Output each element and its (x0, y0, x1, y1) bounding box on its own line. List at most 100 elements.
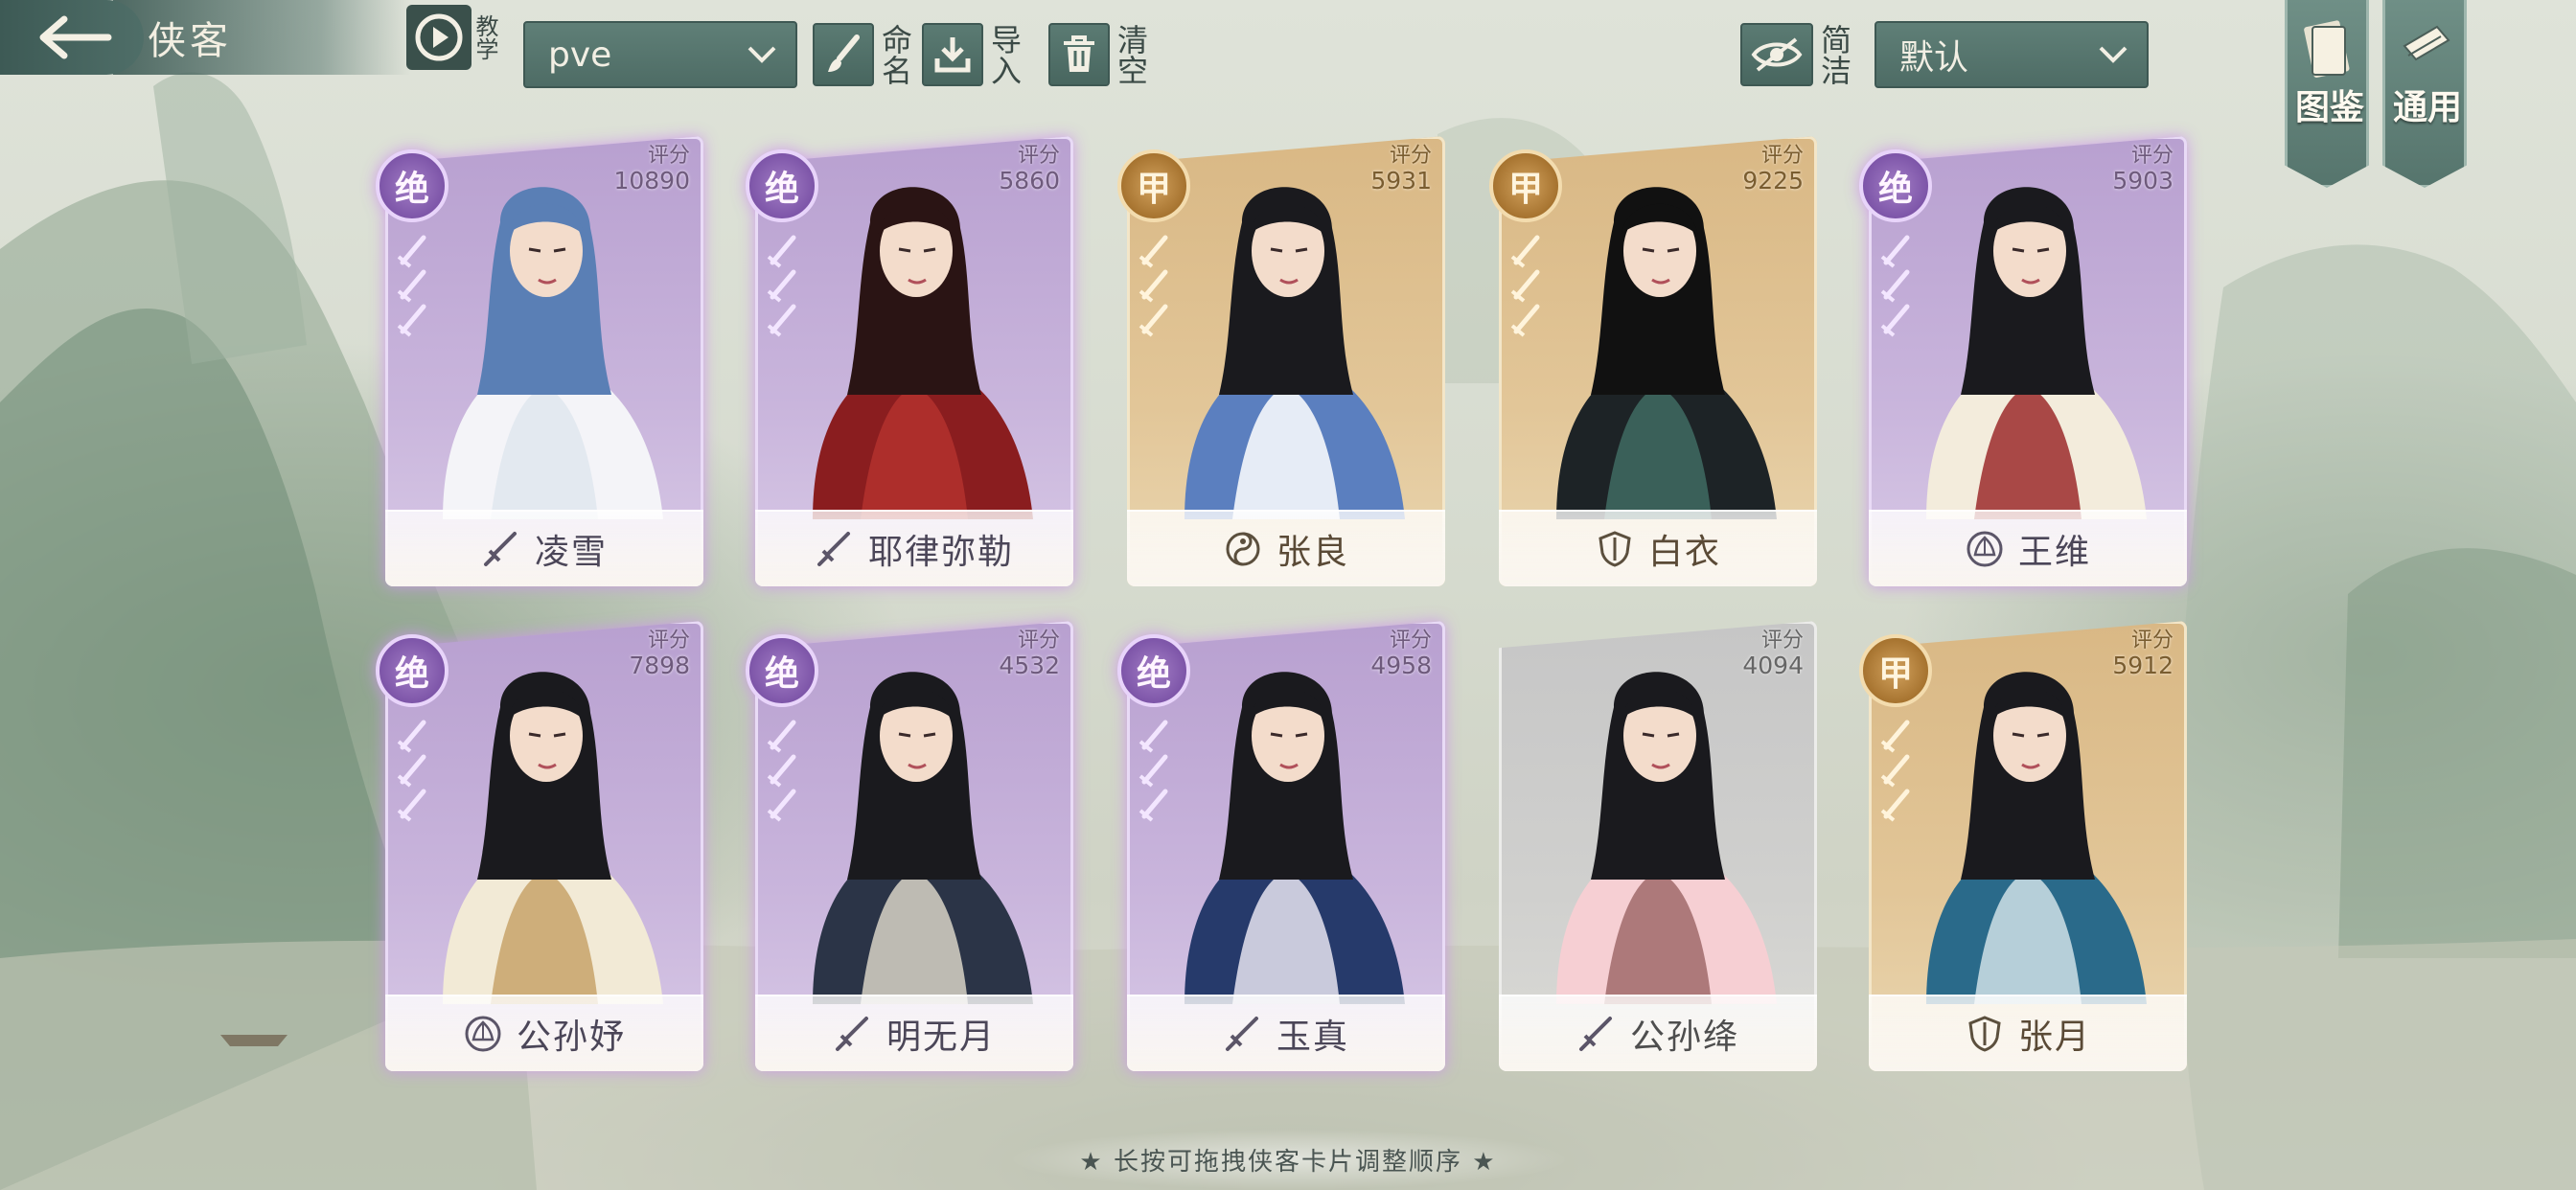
rank-badge: 甲 (1489, 149, 1562, 222)
play-icon (406, 5, 472, 70)
hero-card[interactable]: 评分 4958 玉真 绝 (1117, 621, 1445, 1071)
hero-card[interactable]: 评分 5912 张月 甲 (1859, 621, 2187, 1071)
rank-badge: 绝 (746, 149, 818, 222)
hero-card[interactable]: 评分 10890 凌雪 绝 (376, 136, 703, 586)
score-label: 评分 (1760, 144, 1804, 168)
rank-badge: 甲 (1859, 634, 1932, 707)
title-bar: 侠客 (113, 0, 410, 75)
score-value: 5860 (999, 167, 1060, 195)
star-swords-icon (397, 235, 426, 337)
star-swords-icon (1880, 720, 1910, 822)
score-label: 评分 (1760, 629, 1804, 652)
sword-icon (815, 529, 855, 569)
hero-card[interactable]: 评分 7898 公孙妤 绝 (376, 621, 703, 1071)
hero-card[interactable]: 评分 5903 王维 绝 (1859, 136, 2187, 586)
sort-select-value: 默认 (1899, 38, 1969, 78)
preset-select[interactable]: pve (523, 21, 797, 88)
name-bar: 公孙妤 (385, 995, 703, 1071)
score-value: 9225 (1742, 167, 1804, 195)
hero-name: 白衣 (1647, 533, 1721, 572)
rank-badge: 绝 (376, 634, 448, 707)
name-bar: 耶律弥勒 (755, 510, 1073, 586)
tutorial-label: 教学 (472, 14, 498, 60)
name-bar: 玉真 (1127, 995, 1445, 1071)
back-button[interactable] (0, 0, 144, 75)
sword-icon (833, 1014, 873, 1054)
eye-hidden-icon (1740, 23, 1813, 86)
lotus-icon (463, 1014, 503, 1054)
preset-select-value: pve (548, 34, 612, 75)
hero-name: 明无月 (886, 1018, 996, 1057)
name-bar: 白衣 (1499, 510, 1817, 586)
shield-icon (1965, 1014, 2005, 1054)
hero-card[interactable]: 评分 5860 耶律弥勒 绝 (746, 136, 1073, 586)
chevron-down-icon (2099, 46, 2128, 63)
hero-card[interactable]: 评分 4532 明无月 绝 (746, 621, 1073, 1071)
scroll-icon (2403, 25, 2450, 61)
hero-name: 张月 (2017, 1018, 2091, 1057)
score-value: 4094 (1742, 652, 1804, 679)
drag-hint-text: ★ 长按可拖拽侠客卡片调整顺序 ★ (1079, 1148, 1497, 1177)
rank-badge: 绝 (1117, 634, 1190, 707)
page-title: 侠客 (148, 19, 232, 63)
lotus-icon (1965, 529, 2005, 569)
score-value: 7898 (629, 652, 690, 679)
clear-label: 清空 (1113, 24, 1149, 85)
hero-name: 凌雪 (534, 533, 608, 572)
score-label: 评分 (2130, 629, 2174, 652)
score-value: 4532 (999, 652, 1060, 679)
name-bar: 公孙绛 (1499, 995, 1817, 1071)
rank-badge: 绝 (376, 149, 448, 222)
rank-badge: 绝 (746, 634, 818, 707)
concise-toggle[interactable]: 简洁 (1740, 21, 1852, 88)
general-tab[interactable]: 通用 (2382, 0, 2467, 188)
hero-card[interactable]: 评分 9225 白衣 甲 (1489, 136, 1817, 586)
chevron-down-icon (748, 46, 776, 63)
sword-icon (481, 529, 521, 569)
back-arrow-icon (39, 15, 112, 59)
hero-name: 耶律弥勒 (867, 533, 1014, 572)
name-bar: 凌雪 (385, 510, 703, 586)
star-swords-icon (1138, 235, 1168, 337)
hero-card[interactable]: 评分 4094 公孙绛 (1499, 621, 1817, 1071)
score-label: 评分 (647, 144, 690, 168)
card-frame: 评分 4094 公孙绛 (1499, 621, 1817, 1071)
score-value: 10890 (613, 167, 690, 195)
score-value: 5903 (2112, 167, 2174, 195)
brush-icon (813, 23, 874, 86)
sort-select[interactable]: 默认 (1874, 21, 2149, 88)
book-icon (2304, 20, 2350, 79)
rank-badge: 甲 (1117, 149, 1190, 222)
hero-name: 玉真 (1276, 1018, 1349, 1057)
score-label: 评分 (647, 629, 690, 652)
score-label: 评分 (1017, 144, 1060, 168)
star-swords-icon (1138, 720, 1168, 822)
rename-label: 命名 (877, 24, 913, 85)
sword-icon (1576, 1014, 1617, 1054)
hero-name: 张良 (1276, 533, 1349, 572)
tutorial-button[interactable]: 教学 (406, 2, 512, 73)
sword-icon (1223, 1014, 1263, 1054)
rename-button[interactable]: 命名 (813, 21, 913, 88)
star-swords-icon (1510, 235, 1540, 337)
name-bar: 张月 (1869, 995, 2187, 1071)
hero-card[interactable]: 评分 5931 张良 甲 (1117, 136, 1445, 586)
hero-name: 公孙妤 (516, 1018, 626, 1057)
clear-button[interactable]: 清空 (1048, 21, 1149, 88)
import-label: 导入 (986, 24, 1023, 85)
shield-icon (1595, 529, 1635, 569)
score-label: 评分 (1389, 144, 1432, 168)
hero-name: 公孙绛 (1629, 1018, 1739, 1057)
name-bar: 张良 (1127, 510, 1445, 586)
score-label: 评分 (2130, 144, 2174, 168)
codex-tab[interactable]: 图鉴 (2285, 0, 2369, 188)
import-button[interactable]: 导入 (922, 21, 1023, 88)
star-swords-icon (767, 720, 796, 822)
score-label: 评分 (1017, 629, 1060, 652)
download-icon (922, 23, 983, 86)
name-bar: 王维 (1869, 510, 2187, 586)
hero-name: 王维 (2017, 533, 2091, 572)
trash-icon (1048, 23, 1110, 86)
name-bar: 明无月 (755, 995, 1073, 1071)
star-swords-icon (767, 235, 796, 337)
